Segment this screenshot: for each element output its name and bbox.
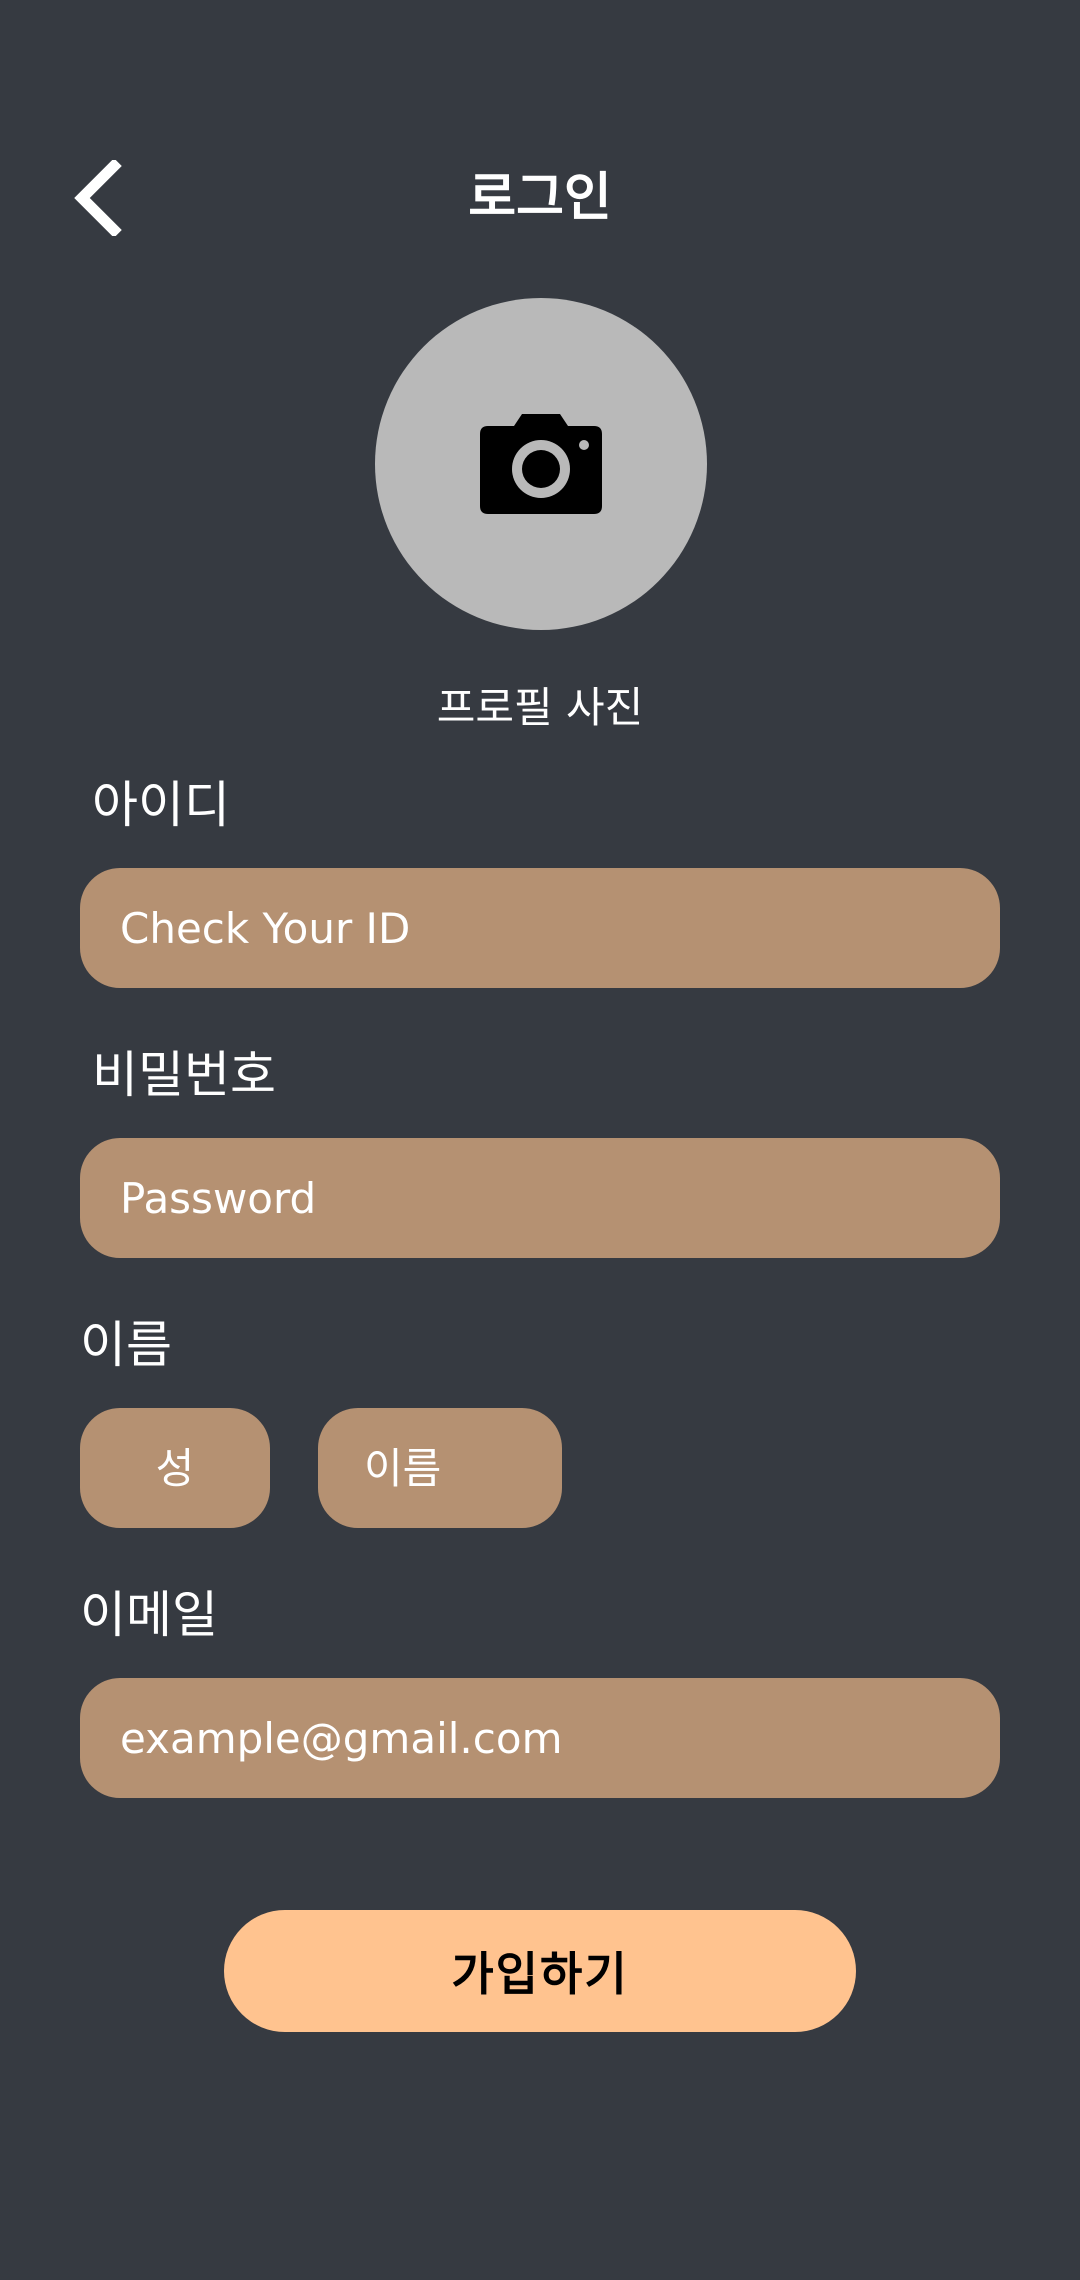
- id-label: 아이디: [92, 776, 230, 834]
- camera-icon: [480, 414, 602, 514]
- profile-photo-button[interactable]: [375, 298, 707, 630]
- signup-button[interactable]: 가입하기: [224, 1910, 856, 2032]
- email-label: 이메일: [80, 1586, 218, 1644]
- name-label: 이름: [80, 1316, 172, 1374]
- profile-photo-caption: 프로필 사진: [436, 683, 644, 732]
- first-name-input[interactable]: [318, 1408, 562, 1528]
- page-title: 로그인: [468, 168, 612, 228]
- password-input[interactable]: [80, 1138, 1000, 1258]
- last-name-input[interactable]: [80, 1408, 270, 1528]
- email-input[interactable]: [80, 1678, 1000, 1798]
- password-label: 비밀번호: [92, 1046, 276, 1104]
- id-input[interactable]: [80, 868, 1000, 988]
